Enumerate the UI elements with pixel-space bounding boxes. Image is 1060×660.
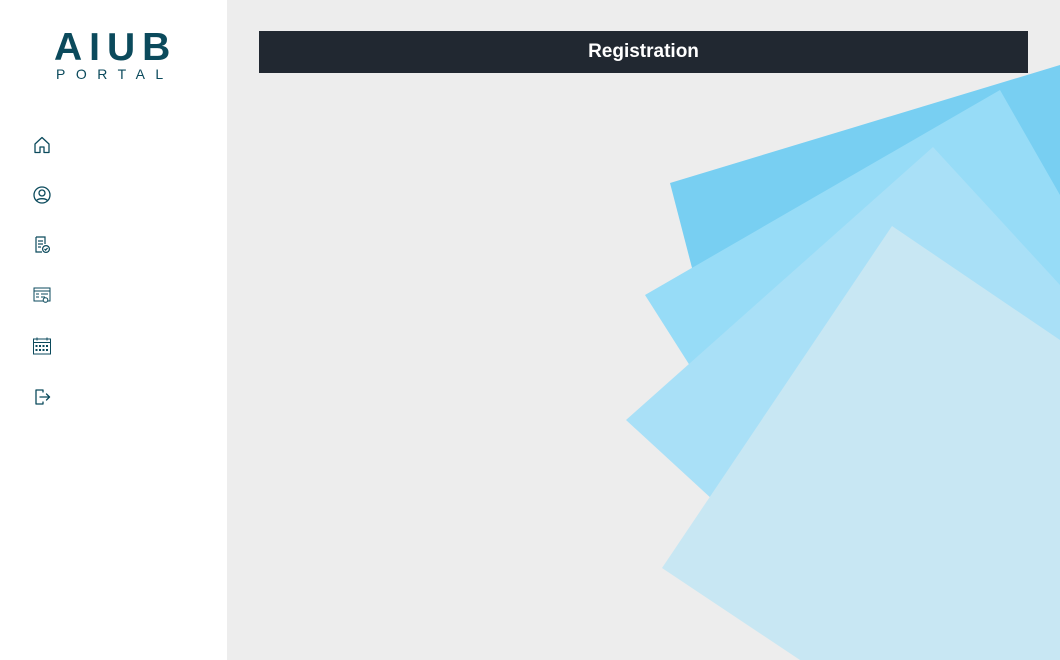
- background-decoration: [626, 65, 1060, 660]
- grades-report-icon: [33, 287, 51, 303]
- registration-document-icon: [35, 236, 51, 254]
- calendar-icon: [33, 337, 51, 355]
- logo-sub-text: PORTAL: [56, 66, 174, 82]
- sidebar: AIUB PORTAL: [0, 0, 227, 660]
- aiub-portal-logo[interactable]: AIUB PORTAL: [54, 26, 178, 86]
- main-content: Registration: [227, 0, 1060, 660]
- app-window: AIUB PORTAL Registration: [0, 0, 1060, 660]
- logout-icon: [35, 389, 51, 405]
- sidebar-item-home[interactable]: [28, 131, 56, 159]
- logo-main-text: AIUB: [54, 26, 178, 69]
- sidebar-item-profile[interactable]: [28, 181, 56, 209]
- sidebar-item-calendar[interactable]: [28, 332, 56, 360]
- page-header: Registration: [259, 31, 1028, 73]
- page-title: Registration: [588, 41, 699, 62]
- sidebar-item-logout[interactable]: [28, 383, 56, 411]
- sidebar-item-registration[interactable]: [28, 231, 56, 259]
- sidebar-item-grade-report[interactable]: [28, 281, 56, 309]
- home-icon: [34, 136, 50, 154]
- user-icon: [33, 186, 51, 204]
